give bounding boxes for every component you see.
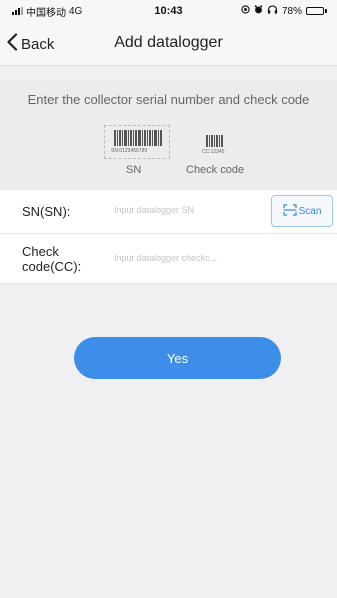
network-type: 4G	[69, 5, 83, 17]
sn-sample-code: SN:0123456789	[111, 148, 148, 154]
status-bar: 中国移动 4G 10:43 78%	[0, 0, 337, 22]
headphones-icon	[267, 5, 278, 17]
sn-barcode-sample: SN:0123456789	[104, 125, 170, 159]
instruction-text: Enter the collector serial number and ch…	[27, 92, 310, 107]
carrier-name: 中国移动	[26, 7, 66, 19]
instruction-panel: Enter the collector serial number and ch…	[0, 80, 337, 190]
scan-frame-icon	[282, 203, 297, 219]
check-code-label: Check code(CC):	[22, 244, 82, 274]
alarm-icon	[254, 5, 263, 17]
barcode-icon	[114, 130, 162, 146]
back-label: Back	[21, 35, 55, 53]
status-left: 中国移动 4G	[12, 4, 82, 19]
cc-barcode-sample: CC:12345	[200, 135, 230, 157]
scan-label: Scan	[298, 205, 322, 217]
nav-bar: Back Add datalogger	[0, 22, 337, 66]
status-right: 78%	[241, 5, 327, 17]
check-code-caption: Check code	[186, 164, 245, 176]
sn-input[interactable]	[114, 205, 262, 215]
yes-button[interactable]: Yes	[74, 337, 281, 379]
chevron-left-icon	[6, 33, 18, 55]
sn-caption: SN	[126, 164, 142, 176]
cc-sample-code: CC:12345	[202, 149, 225, 155]
check-code-input[interactable]	[114, 253, 314, 263]
check-code-row: Check code(CC):	[0, 234, 337, 284]
location-icon	[241, 5, 250, 17]
barcode-icon	[206, 135, 223, 147]
sn-label: SN(SN):	[22, 204, 71, 219]
signal-icon	[12, 7, 23, 15]
scan-button[interactable]: Scan	[271, 195, 333, 227]
battery-icon	[306, 7, 327, 15]
battery-percent: 78%	[281, 5, 302, 17]
sn-row: SN(SN): Scan	[0, 190, 337, 234]
back-button[interactable]: Back	[6, 32, 54, 56]
